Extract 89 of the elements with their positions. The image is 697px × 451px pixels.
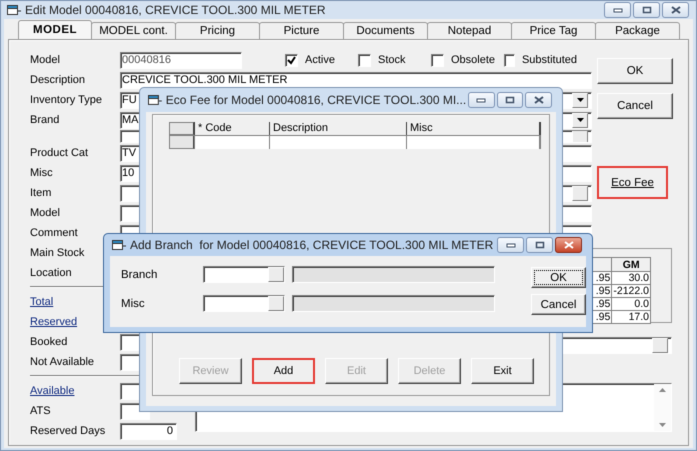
- window-title: Eco Fee for Model 00040816, CREVICE TOOL.300 MI...: [166, 93, 466, 107]
- field-label: Item: [30, 187, 52, 199]
- text-field[interactable]: 00040816: [120, 52, 242, 68]
- field-label: Location: [30, 267, 73, 279]
- maximize-icon: [642, 6, 652, 14]
- maximize-button[interactable]: [496, 92, 524, 108]
- scrollbar[interactable]: [654, 384, 671, 431]
- field-label: Description: [30, 74, 86, 86]
- minimize-button[interactable]: [497, 237, 524, 253]
- column-header: Description: [269, 122, 406, 135]
- minimize-button[interactable]: [468, 92, 495, 108]
- checkbox[interactable]: [431, 54, 444, 66]
- field-label: ATS: [30, 405, 52, 417]
- dialog-button[interactable]: Cancel: [531, 294, 586, 315]
- close-button[interactable]: [525, 92, 552, 108]
- checkbox[interactable]: [358, 54, 371, 66]
- column-header: GM: [612, 258, 650, 272]
- dropdown-button[interactable]: [572, 112, 588, 128]
- maximize-button[interactable]: [633, 2, 660, 18]
- close-button[interactable]: [555, 237, 582, 253]
- field-label: Reserved Days: [30, 425, 106, 437]
- field-label: Misc: [121, 298, 146, 310]
- combo-field[interactable]: [203, 295, 285, 312]
- checkmark-icon: [287, 56, 296, 64]
- tab[interactable]: MODEL: [18, 20, 92, 39]
- tab[interactable]: Package: [595, 22, 680, 39]
- combo-field[interactable]: [203, 266, 285, 283]
- caret-icon: [576, 118, 584, 122]
- field-label: Branch: [121, 268, 158, 280]
- table-cell: 30.0: [612, 272, 650, 284]
- field-label: Product Cat: [30, 147, 90, 159]
- dialog-button[interactable]: OK: [597, 58, 673, 84]
- text-field[interactable]: 0: [120, 422, 177, 440]
- checkbox-label: Substituted: [522, 54, 577, 66]
- minimize-button[interactable]: [604, 2, 631, 18]
- dialog-button[interactable]: Add: [252, 358, 315, 384]
- table-cell: 17.0: [612, 310, 650, 324]
- minimize-icon: [506, 242, 516, 248]
- checkbox-label: Stock: [378, 54, 406, 66]
- checkbox-label: Active: [305, 54, 335, 66]
- tab[interactable]: Pricing: [175, 22, 260, 39]
- close-icon: [564, 241, 574, 249]
- text-field[interactable]: CREVICE TOOL.300 MIL METER: [120, 72, 592, 88]
- window-icon: [112, 239, 126, 251]
- caret-icon: [576, 98, 584, 102]
- field-label: Misc: [30, 167, 54, 179]
- table-cell[interactable]: [406, 136, 541, 149]
- field-label: Not Available: [30, 356, 96, 368]
- field-label: Booked: [30, 336, 68, 348]
- window-title: Edit Model 00040816, CREVICE TOOL.300 MIL METER: [25, 3, 326, 17]
- window-title: Add Branch for Model 00040816, CREVICE TOOL.300 MIL METER: [130, 238, 494, 252]
- lookup-button[interactable]: [268, 296, 284, 311]
- checkbox[interactable]: [285, 54, 298, 66]
- window-icon: [148, 94, 162, 106]
- row-selector[interactable]: [169, 136, 194, 149]
- lookup-button[interactable]: [572, 186, 588, 200]
- field-label: Inventory Type: [30, 94, 103, 106]
- window-icon: [7, 4, 21, 16]
- link[interactable]: Available: [30, 385, 120, 397]
- minimize-icon: [612, 7, 622, 13]
- dropdown-button[interactable]: [572, 92, 588, 108]
- checkbox-label: Obsolete: [451, 54, 496, 66]
- dialog-button[interactable]: Exit: [471, 358, 534, 384]
- field-label: Comment: [30, 227, 79, 239]
- lookup-button[interactable]: [572, 131, 588, 142]
- scroll-down-icon: [659, 423, 666, 427]
- dialog-button[interactable]: Cancel: [597, 93, 673, 119]
- eco-fee-button[interactable]: Eco Fee: [597, 166, 668, 199]
- lookup-button[interactable]: [268, 267, 284, 282]
- minimize-icon: [476, 97, 486, 103]
- tab[interactable]: Notepad: [427, 22, 512, 39]
- scroll-up-icon: [659, 388, 666, 392]
- close-icon: [534, 96, 544, 104]
- column-header: * Code: [194, 122, 269, 135]
- field-label: Main Stock: [30, 247, 86, 259]
- maximize-icon: [505, 96, 516, 104]
- table-cell: -2122.0: [612, 284, 650, 298]
- field-label: Model: [30, 207, 61, 219]
- close-icon: [670, 6, 680, 14]
- maximize-icon: [534, 241, 544, 249]
- field-label: Model: [30, 54, 61, 66]
- lookup-button[interactable]: [652, 338, 668, 353]
- maximize-button[interactable]: [526, 237, 553, 253]
- tab[interactable]: Price Tag: [511, 22, 596, 39]
- dialog-button[interactable]: OK: [531, 267, 586, 288]
- checkbox[interactable]: [504, 54, 515, 66]
- close-button[interactable]: [662, 2, 689, 18]
- field-label: Brand: [30, 114, 60, 126]
- table-cell: 0.0: [612, 298, 650, 310]
